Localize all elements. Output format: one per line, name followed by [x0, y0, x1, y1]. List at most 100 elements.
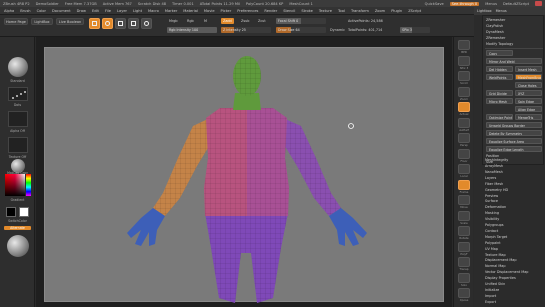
dynamic-toggle[interactable]: Dynamic	[328, 27, 347, 33]
shelf-button-transp[interactable]	[458, 257, 470, 267]
zsub-toggle[interactable]: Zsub	[239, 18, 251, 24]
rgb-intensity-slider[interactable]: Rgb Intensity 100	[167, 27, 217, 33]
default-zscript-button[interactable]: DefaultZScript	[503, 2, 529, 6]
copy-button[interactable]: Copy	[486, 50, 513, 56]
menu-texture[interactable]: Texture	[319, 9, 332, 13]
shelf-button-spix-3[interactable]	[458, 55, 470, 66]
spin-edge-button[interactable]: Spin Edge	[515, 98, 542, 104]
stroke-thumbnail[interactable]	[8, 87, 28, 101]
shelf-button-solo[interactable]	[458, 272, 470, 283]
shelf-button-bpr[interactable]	[458, 40, 470, 50]
brush-thumbnail[interactable]	[8, 57, 28, 77]
lightbox-button[interactable]: LightBox	[31, 18, 53, 25]
rotate-tool-button[interactable]	[141, 18, 152, 29]
menu-layer[interactable]: Layer	[117, 9, 127, 13]
menu-plugin[interactable]: Plugin	[391, 9, 402, 13]
shelf-button-aahalf[interactable]	[458, 117, 470, 128]
menu-color[interactable]: Color	[37, 9, 46, 13]
scale-tool-button[interactable]	[128, 18, 139, 29]
shelf-button-scroll[interactable]	[458, 71, 470, 81]
modify-topology-header[interactable]: Modify Topology	[486, 41, 513, 47]
delete-by-symmetry-button[interactable]: Delete By Symmetry	[486, 130, 542, 136]
shelf-button-xpose[interactable]	[458, 288, 470, 298]
seethrough-slider[interactable]: See-through 0	[449, 1, 480, 6]
m-toggle[interactable]: M	[202, 18, 209, 24]
sculpt-model[interactable]	[45, 48, 445, 303]
mirror-and-weld-button[interactable]: Mirror And Weld	[486, 58, 542, 64]
grid-divide-button[interactable]: Grid Divide	[486, 90, 513, 96]
insert-mesh-button[interactable]: Insert Mesh	[515, 66, 542, 72]
draw-tool-button[interactable]	[102, 18, 113, 29]
viewport[interactable]	[36, 37, 452, 307]
del-hidden-button[interactable]: Del Hidden	[486, 66, 513, 72]
menu-alpha[interactable]: Alpha	[4, 9, 14, 13]
mrgb-toggle[interactable]: Mrgb	[167, 18, 180, 24]
menu-zscript[interactable]: ZScript	[408, 9, 421, 13]
xyz-button[interactable]: XYZ	[515, 90, 542, 96]
menu-document[interactable]: Document	[52, 9, 71, 13]
window-close-icon[interactable]	[535, 1, 542, 6]
quicksave-button[interactable]: QuickSave	[425, 2, 444, 6]
equalize-surface-button[interactable]: Equalize Surface Area	[486, 138, 542, 144]
z-intensity-slider[interactable]: Z Intensity 25	[221, 27, 271, 33]
menu-zoom[interactable]: Zoom	[375, 9, 385, 13]
micro-mesh-button[interactable]: Micro Mesh	[486, 98, 513, 104]
secondary-color-swatch[interactable]	[19, 207, 29, 217]
home-page-button[interactable]: Home Page	[4, 18, 28, 25]
shelf-button-floor[interactable]	[458, 148, 470, 159]
rgb-toggle[interactable]: Rgb	[185, 18, 196, 24]
menu-material[interactable]: Material	[183, 9, 198, 13]
shelf-button-polyf[interactable]	[458, 241, 470, 252]
menu-draw[interactable]: Draw	[77, 9, 86, 13]
align-edge-button[interactable]: Align Edge	[515, 106, 542, 112]
menu-preferences[interactable]: Preferences	[237, 9, 258, 13]
menu-edit[interactable]: Edit	[92, 9, 99, 13]
switch-color-button[interactable]: SwitchColor	[2, 219, 33, 223]
menus-tab[interactable]: Menus	[496, 9, 507, 13]
menu-render[interactable]: Render	[264, 9, 277, 13]
weld-points-button[interactable]: WeldPoints	[486, 74, 513, 80]
menu-brush[interactable]: Brush	[20, 9, 30, 13]
menu-picker[interactable]: Picker	[221, 9, 232, 13]
lightbox-tab[interactable]: Lightbox	[477, 9, 492, 13]
primary-color-swatch[interactable]	[6, 207, 16, 217]
menu-transform[interactable]: Transform	[351, 9, 369, 13]
shelf-button-zoom[interactable]	[458, 86, 470, 97]
document-canvas[interactable]	[44, 47, 445, 303]
menu-movie[interactable]: Movie	[204, 9, 215, 13]
focal-shift-slider[interactable]: Focal Shift 0	[276, 18, 326, 24]
menu-marker[interactable]: Marker	[165, 9, 177, 13]
alternate-button[interactable]: Alternate	[4, 226, 31, 230]
close-holes-button[interactable]: Close Holes	[515, 82, 542, 88]
subpalette-export[interactable]: Export	[485, 299, 496, 305]
alpha-thumbnail[interactable]	[8, 111, 28, 127]
menu-tool[interactable]: Tool	[338, 9, 345, 13]
menu-stencil[interactable]: Stencil	[283, 9, 295, 13]
menu-stroke[interactable]: Stroke	[301, 9, 312, 13]
color-picker[interactable]	[5, 174, 31, 196]
menu-macro[interactable]: Macro	[148, 9, 159, 13]
shelf-button-actual[interactable]	[458, 102, 470, 112]
shelf-button-local[interactable]	[458, 164, 470, 174]
edit-tool-button[interactable]	[89, 18, 100, 29]
menus-toggle[interactable]: Menus	[485, 2, 497, 6]
menu-file[interactable]: File	[105, 9, 111, 13]
live-boolean-button[interactable]: Live Boolean	[56, 18, 84, 25]
zadd-toggle[interactable]: Zadd	[221, 18, 234, 24]
optimize-points-button[interactable]: Optimize Points	[486, 114, 513, 120]
shelf-button-frame[interactable]	[458, 179, 470, 190]
unweld-groups-button[interactable]: Unweld Groups Border	[486, 122, 542, 128]
move-tool-button[interactable]	[115, 18, 126, 29]
mesh-from-brush-button[interactable]: MeshFromBrush	[515, 74, 542, 80]
shelf-button-rotate[interactable]	[458, 226, 470, 236]
spix-slider[interactable]: SPix 3	[400, 27, 430, 33]
draw-size-slider[interactable]: Draw Size 64	[276, 27, 326, 33]
texture-thumbnail[interactable]	[8, 137, 28, 153]
zcut-toggle[interactable]: Zcut	[256, 18, 268, 24]
shelf-button-scale[interactable]	[458, 210, 470, 221]
shelf-button-persp[interactable]	[458, 133, 470, 143]
equalize-edge-button[interactable]: Equalize Edge Length	[486, 146, 542, 152]
shelf-button-move[interactable]	[458, 195, 470, 205]
menu-light[interactable]: Light	[133, 9, 142, 13]
merge-tris-button[interactable]: MergeTris	[515, 114, 542, 120]
